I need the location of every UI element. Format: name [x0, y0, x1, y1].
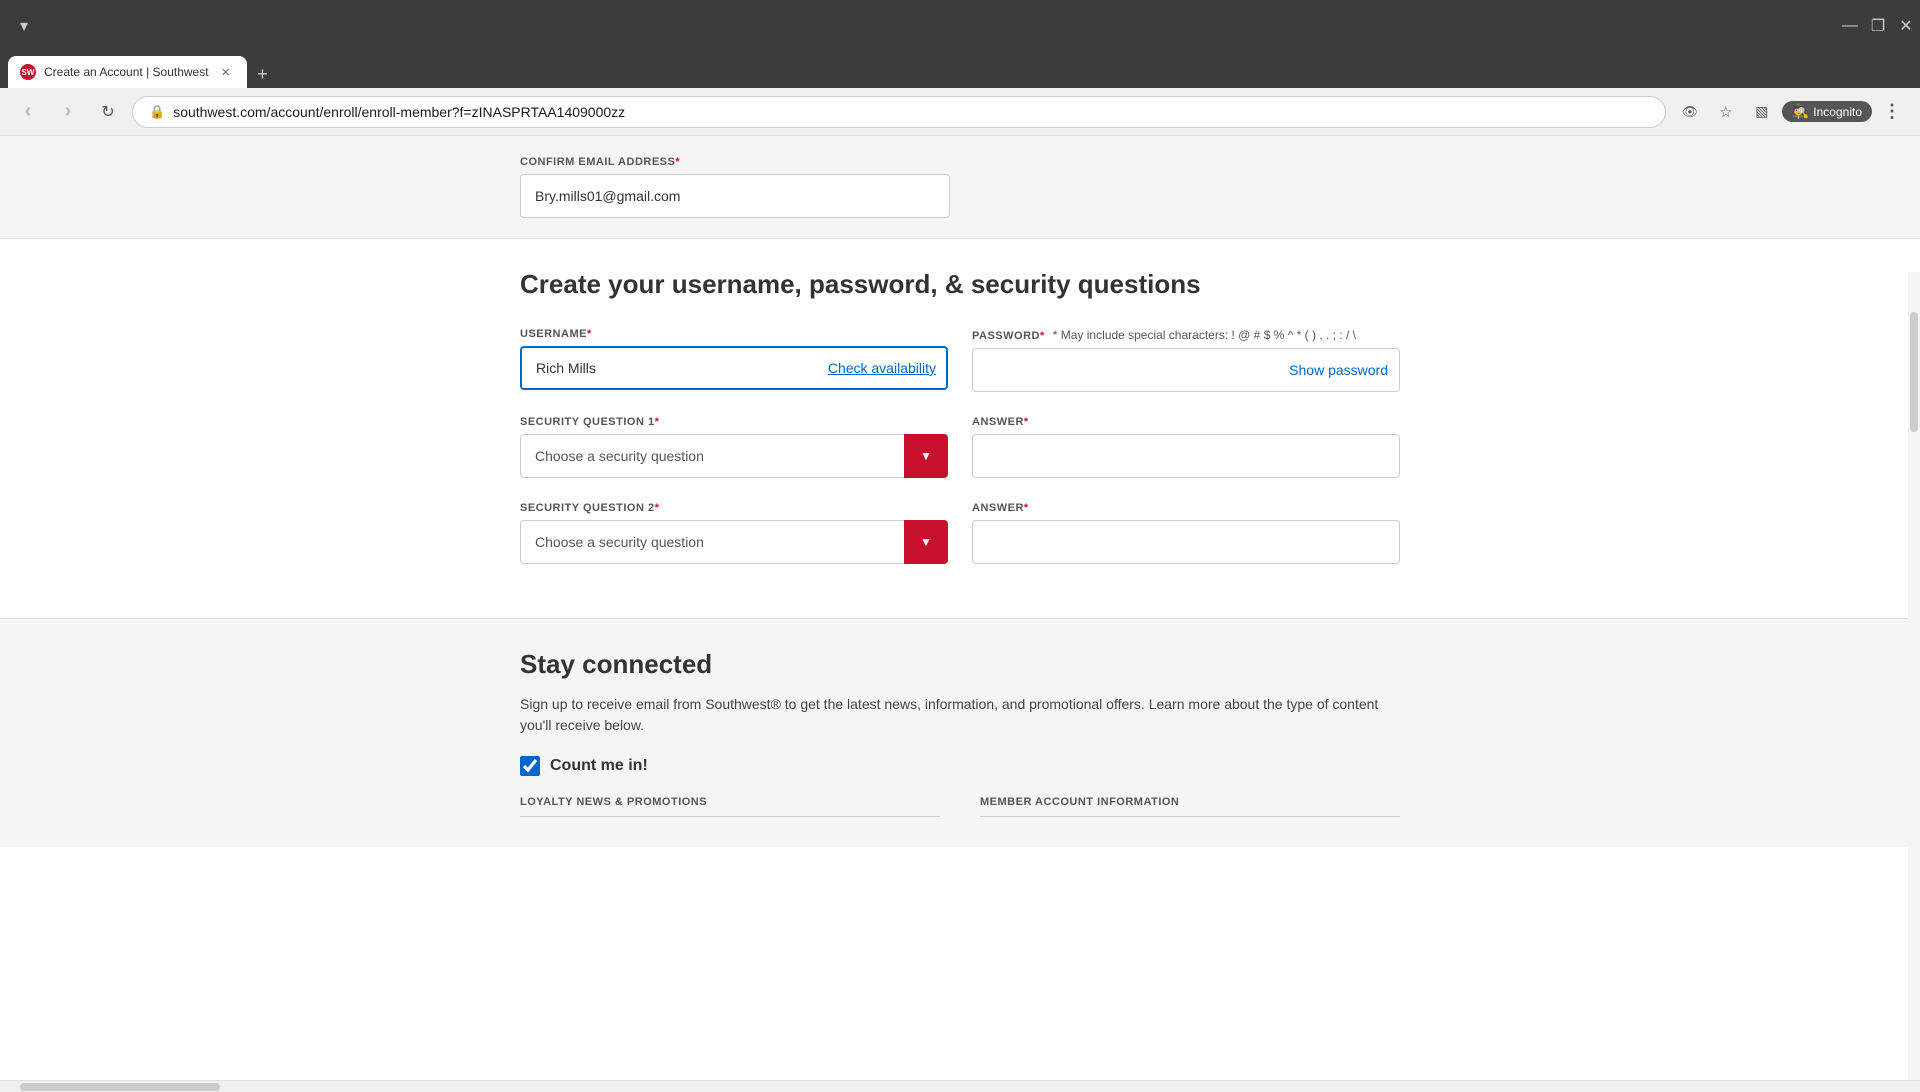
stay-form: Stay connected Sign up to receive email … — [480, 649, 1440, 817]
horizontal-scrollbar-thumb[interactable] — [20, 1083, 220, 1091]
incognito-badge: 🕵 Incognito — [1782, 101, 1872, 122]
username-password-row: USERNAME* Check availability PASSWORD* — [520, 328, 1400, 392]
tab-favicon: SW — [20, 64, 36, 80]
answer2-input[interactable] — [972, 520, 1400, 564]
security-q2-row: SECURITY QUESTION 2* Choose a security q… — [520, 502, 1400, 564]
back-button[interactable]: ‹ — [12, 96, 44, 128]
page-content: CONFIRM EMAIL ADDRESS* Create your usern… — [0, 136, 1920, 1080]
password-label-row: PASSWORD* * May include special characte… — [972, 328, 1400, 342]
password-hint: * May include special characters: ! @ # … — [1053, 328, 1356, 342]
loyalty-col-header: LOYALTY NEWS & PROMOTIONS — [520, 796, 940, 817]
forward-button[interactable]: › — [52, 96, 84, 128]
security-q1-select-wrap: Choose a security question ▼ — [520, 434, 948, 478]
show-password-button[interactable]: Show password — [1289, 362, 1388, 378]
minimize-button[interactable]: — — [1836, 12, 1864, 40]
loyalty-col: LOYALTY NEWS & PROMOTIONS — [520, 796, 940, 817]
password-input-wrap: Show password — [972, 348, 1400, 392]
answer1-input[interactable] — [972, 434, 1400, 478]
section-title: Create your username, password, & securi… — [520, 269, 1400, 300]
security-q2-label: SECURITY QUESTION 2* — [520, 502, 948, 514]
bookmark-icon[interactable]: ☆ — [1710, 96, 1742, 128]
close-button[interactable]: ✕ — [1892, 12, 1920, 40]
member-col-header: MEMBER ACCOUNT INFORMATION — [980, 796, 1400, 817]
confirm-email-input[interactable] — [520, 174, 950, 218]
stay-desc: Sign up to receive email from Southwest®… — [520, 694, 1400, 736]
incognito-icon: 🕵 — [1792, 103, 1809, 120]
vertical-scrollbar[interactable] — [1908, 272, 1920, 1080]
email-form: CONFIRM EMAIL ADDRESS* — [480, 156, 1440, 218]
security-q2-col: SECURITY QUESTION 2* Choose a security q… — [520, 502, 948, 564]
url-text: southwest.com/account/enroll/enroll-memb… — [173, 104, 1649, 120]
tab-bar: SW Create an Account | Southwest ✕ + — [0, 52, 1920, 88]
tab-close-button[interactable]: ✕ — [217, 63, 235, 81]
confirm-email-required: * — [675, 156, 680, 168]
main-form: Create your username, password, & securi… — [480, 269, 1440, 564]
nav-bar: ‹ › ↻ 🔒 southwest.com/account/enroll/enr… — [0, 88, 1920, 136]
answer2-col: ANSWER* — [972, 502, 1400, 564]
count-me-in-checkbox[interactable] — [520, 756, 540, 776]
tab-title: Create an Account | Southwest — [44, 65, 209, 79]
reload-button[interactable]: ↻ — [92, 96, 124, 128]
scrollbar-thumb[interactable] — [1910, 312, 1918, 432]
loyalty-columns: LOYALTY NEWS & PROMOTIONS MEMBER ACCOUNT… — [520, 796, 1400, 817]
stay-connected-section: Stay connected Sign up to receive email … — [0, 618, 1920, 847]
new-tab-button[interactable]: + — [249, 60, 277, 88]
confirm-email-label: CONFIRM EMAIL ADDRESS* — [520, 156, 950, 168]
confirm-email-field-wrap: CONFIRM EMAIL ADDRESS* — [520, 156, 950, 218]
active-tab[interactable]: SW Create an Account | Southwest ✕ — [8, 56, 247, 88]
horizontal-scrollbar[interactable] — [0, 1080, 1920, 1092]
count-me-in-row: Count me in! — [520, 756, 1400, 776]
answer2-label: ANSWER* — [972, 502, 1400, 514]
address-bar[interactable]: 🔒 southwest.com/account/enroll/enroll-me… — [132, 96, 1666, 128]
password-col: PASSWORD* * May include special characte… — [972, 328, 1400, 392]
username-col: USERNAME* Check availability — [520, 328, 948, 392]
lock-icon: 🔒 — [149, 104, 165, 120]
tab-dropdown-btn[interactable]: ▾ — [8, 10, 40, 42]
nav-actions: 👁 ☆ ▧ 🕵 Incognito ⋮ — [1674, 96, 1908, 128]
username-input-wrap: Check availability — [520, 346, 948, 390]
restore-button[interactable]: ❐ — [1864, 12, 1892, 40]
browser-title-bar: ▾ — ❐ ✕ — [0, 0, 1920, 52]
incognito-label: Incognito — [1813, 105, 1862, 119]
security-q1-col: SECURITY QUESTION 1* Choose a security q… — [520, 416, 948, 478]
stay-title: Stay connected — [520, 649, 1400, 680]
check-availability-button[interactable]: Check availability — [828, 360, 936, 376]
security-q1-row: SECURITY QUESTION 1* Choose a security q… — [520, 416, 1400, 478]
answer1-label: ANSWER* — [972, 416, 1400, 428]
security-q2-select[interactable]: Choose a security question — [520, 520, 948, 564]
security-q1-label: SECURITY QUESTION 1* — [520, 416, 948, 428]
confirm-email-section: CONFIRM EMAIL ADDRESS* — [0, 136, 1920, 239]
answer1-col: ANSWER* — [972, 416, 1400, 478]
username-section: Create your username, password, & securi… — [0, 239, 1920, 618]
count-me-in-label: Count me in! — [550, 757, 648, 775]
security-q2-select-wrap: Choose a security question ▼ — [520, 520, 948, 564]
security-q1-select[interactable]: Choose a security question — [520, 434, 948, 478]
member-col: MEMBER ACCOUNT INFORMATION — [980, 796, 1400, 817]
eye-icon[interactable]: 👁 — [1674, 96, 1706, 128]
username-label: USERNAME* — [520, 328, 948, 340]
sidebar-icon[interactable]: ▧ — [1746, 96, 1778, 128]
password-label: PASSWORD* — [972, 330, 1045, 342]
menu-button[interactable]: ⋮ — [1876, 96, 1908, 128]
